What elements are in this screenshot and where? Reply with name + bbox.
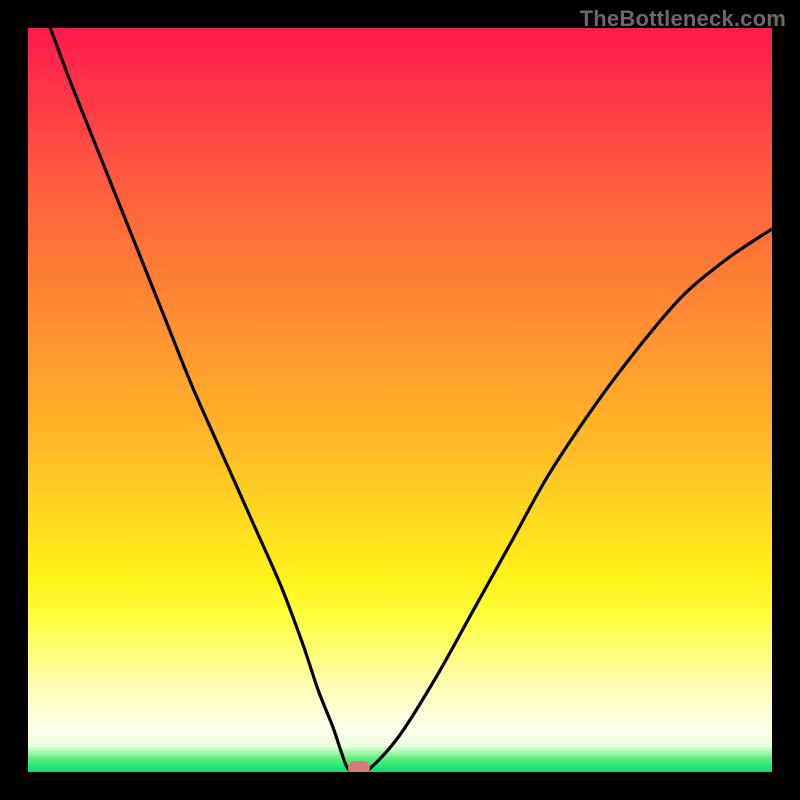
plot-area xyxy=(28,28,772,772)
chart-frame: TheBottleneck.com xyxy=(0,0,800,800)
bottleneck-curve xyxy=(28,28,772,772)
minimum-marker xyxy=(348,761,370,772)
